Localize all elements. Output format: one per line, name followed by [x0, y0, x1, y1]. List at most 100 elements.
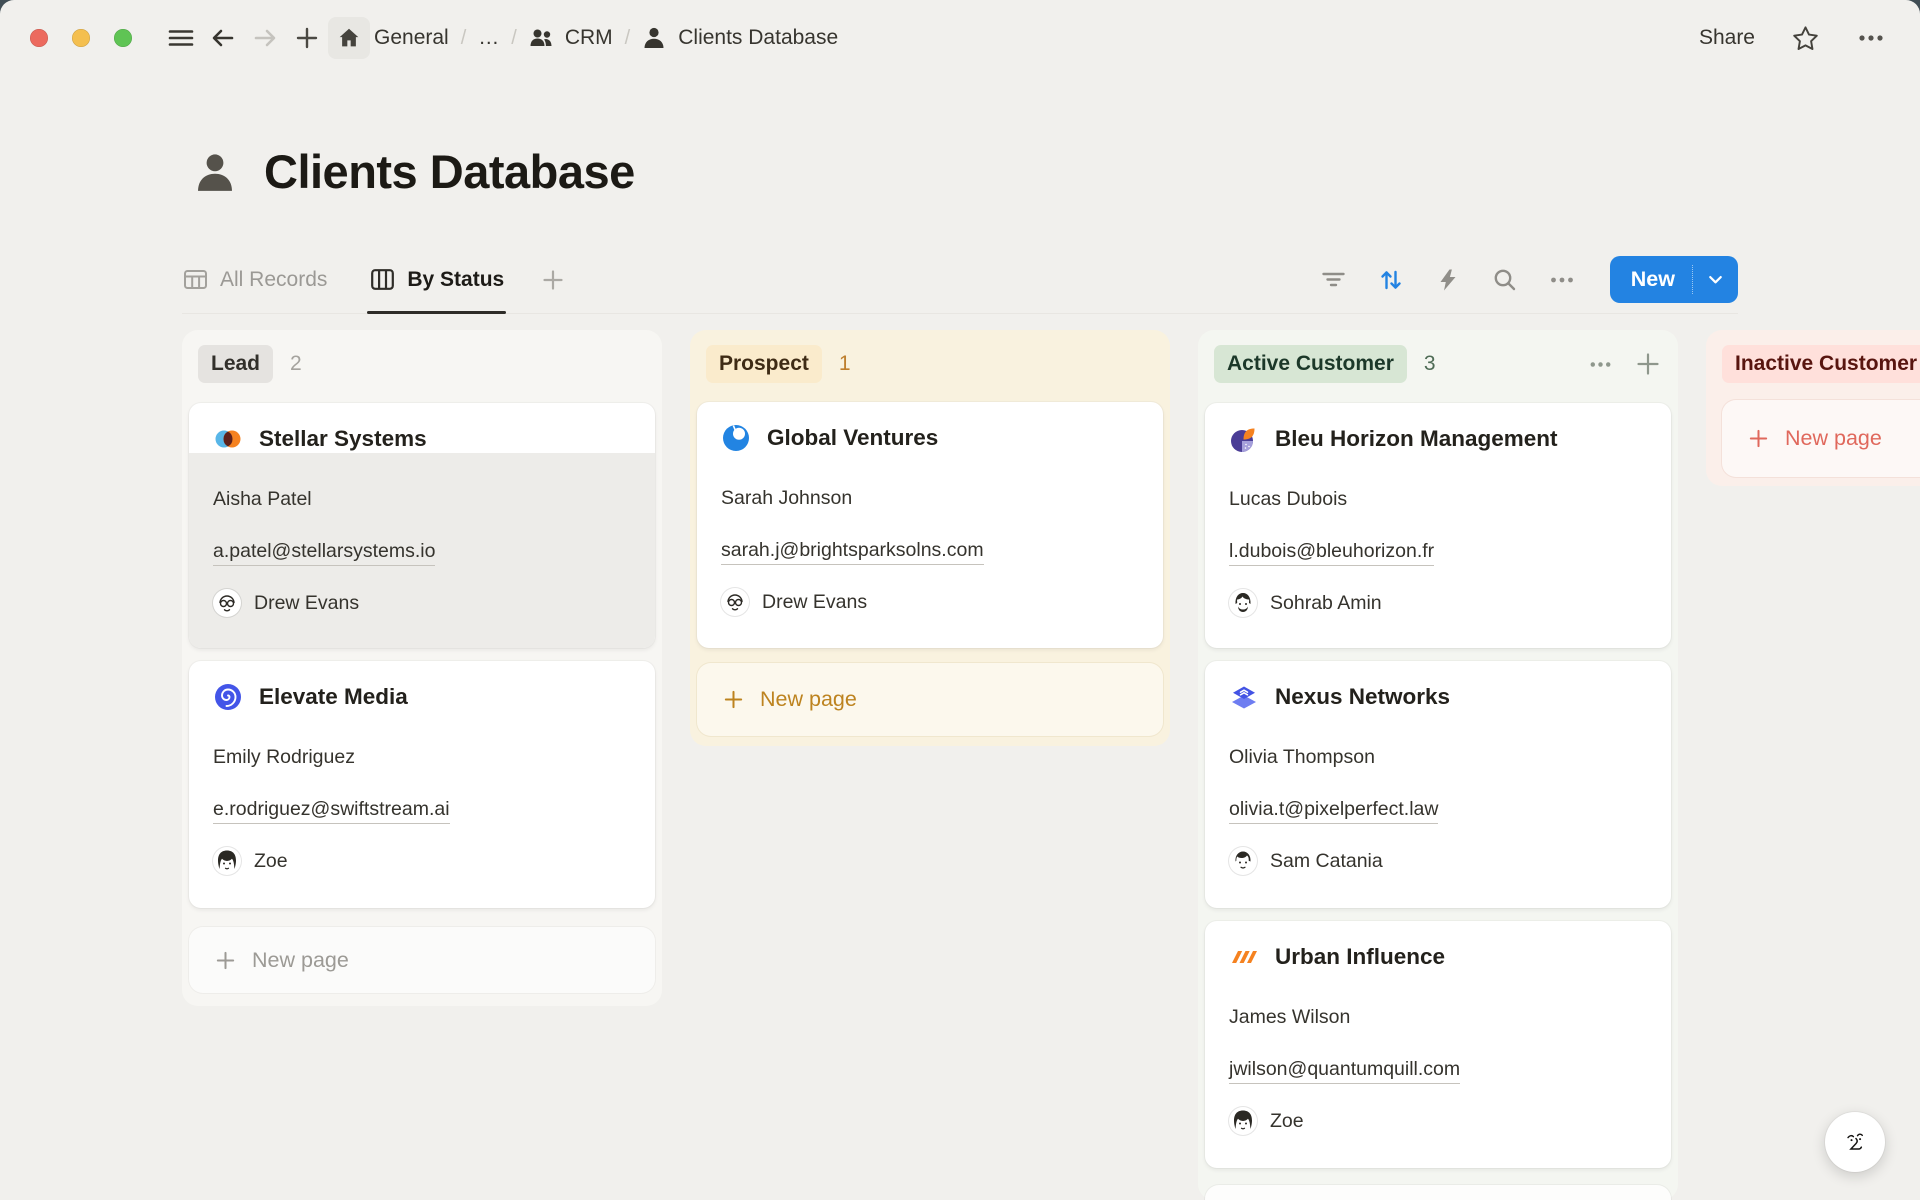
breadcrumb-separator: / [511, 27, 517, 50]
card-owner-name: Sohrab Amin [1270, 592, 1382, 615]
avatar-sohrab-amin [1229, 589, 1257, 617]
tab-by-status[interactable]: By Status [369, 246, 504, 313]
card-contact-name: Lucas Dubois [1229, 488, 1347, 511]
table-view-icon [182, 266, 209, 293]
breadcrumb-crm[interactable]: CRM [565, 26, 613, 50]
card-email-link[interactable]: jwilson@quantumquill.com [1229, 1058, 1460, 1081]
column-add-card-icon[interactable] [1634, 350, 1662, 378]
column-more-options-icon[interactable] [1587, 351, 1614, 378]
board-view-icon [369, 266, 396, 293]
card-email-link[interactable]: e.rodriguez@swiftstream.ai [213, 798, 450, 821]
card-title: Elevate Media [259, 684, 408, 710]
sort-icon[interactable] [1377, 266, 1405, 294]
card-contact-name: James Wilson [1229, 1006, 1350, 1029]
app-window: General / … / CRM / Clients Database Sha… [0, 0, 1920, 1200]
sidebar-toggle-icon[interactable] [160, 17, 202, 59]
breadcrumb-general[interactable]: General [374, 26, 449, 50]
new-page-button-active-customer[interactable] [1205, 1185, 1671, 1200]
card-email-link[interactable]: sarah.j@brightsparksolns.com [721, 539, 984, 562]
stellar-systems-venn-icon [213, 424, 243, 454]
card-email-link[interactable]: a.patel@stellarsystems.io [213, 540, 435, 563]
new-record-button[interactable]: New [1610, 256, 1738, 303]
share-button[interactable]: Share [1699, 26, 1755, 50]
new-page-button-inactive-customer[interactable]: New page [1722, 400, 1920, 477]
filter-icon[interactable] [1320, 266, 1347, 293]
minimize-window-button[interactable] [72, 29, 90, 47]
new-page-button-prospect[interactable]: New page [697, 663, 1163, 736]
card-elevate-media[interactable]: Elevate Media Emily Rodriguez e.rodrigue… [189, 661, 655, 908]
card-stellar-systems[interactable]: Stellar Systems Aisha Patel a.patel@stel… [189, 403, 655, 648]
card-title: Bleu Horizon Management [1275, 426, 1558, 452]
card-contact-name: Emily Rodriguez [213, 746, 355, 769]
back-icon[interactable] [202, 17, 244, 59]
home-icon[interactable] [328, 17, 370, 59]
nexus-networks-layers-icon [1229, 682, 1259, 712]
column-header-lead: Lead 2 [198, 345, 646, 383]
forward-icon[interactable] [244, 17, 286, 59]
avatar-sam-catania [1229, 847, 1257, 875]
page-title[interactable]: Clients Database [264, 146, 635, 198]
view-tabs-row: All Records By Status [182, 246, 1738, 314]
person-icon [640, 24, 668, 52]
avatar-drew-evans [721, 588, 749, 616]
search-icon[interactable] [1491, 266, 1518, 293]
card-owner-name: Sam Catania [1270, 850, 1383, 873]
view-more-options-icon[interactable] [1548, 266, 1576, 294]
card-owner-name: Zoe [1270, 1110, 1304, 1133]
card-title: Nexus Networks [1275, 684, 1450, 710]
automations-lightning-icon[interactable] [1435, 267, 1461, 293]
new-page-label: New page [252, 948, 349, 973]
card-owner-row: Zoe [213, 847, 288, 875]
add-view-icon[interactable] [540, 267, 566, 293]
board-column-prospect: Prospect 1 Global Ventures Sarah Johnson… [690, 330, 1170, 746]
card-title: Urban Influence [1275, 944, 1445, 970]
new-page-label: New page [1785, 426, 1882, 451]
card-owner-row: Drew Evans [721, 588, 867, 616]
board-column-lead: Lead 2 Stellar Systems Aisha Patel a.pat… [182, 330, 662, 1006]
global-ventures-donut-icon [721, 423, 751, 453]
new-button-chevron-down-icon[interactable] [1693, 270, 1738, 289]
card-global-ventures[interactable]: Global Ventures Sarah Johnson sarah.j@br… [697, 402, 1163, 648]
card-contact-name: Sarah Johnson [721, 487, 852, 510]
status-tag-prospect[interactable]: Prospect [706, 345, 822, 383]
new-page-button-lead[interactable]: New page [189, 927, 655, 993]
column-count-active-customer: 3 [1424, 352, 1436, 376]
status-tag-inactive-customer[interactable]: Inactive Customer [1722, 345, 1920, 383]
bleu-horizon-pie-icon [1229, 424, 1259, 454]
column-count-lead: 2 [290, 352, 302, 376]
column-count-prospect: 1 [839, 352, 851, 376]
urban-influence-stripes-icon [1229, 942, 1259, 972]
card-urban-influence[interactable]: Urban Influence James Wilson jwilson@qua… [1205, 921, 1671, 1168]
card-owner-name: Zoe [254, 850, 288, 873]
card-email-link[interactable]: olivia.t@pixelperfect.law [1229, 798, 1438, 821]
status-tag-active-customer[interactable]: Active Customer [1214, 345, 1407, 383]
notion-ai-face-button[interactable] [1825, 1112, 1885, 1172]
avatar-zoe [1229, 1107, 1257, 1135]
card-owner-name: Drew Evans [762, 591, 867, 614]
zoom-window-button[interactable] [114, 29, 132, 47]
favorite-star-icon[interactable] [1791, 24, 1820, 53]
page-title-row: Clients Database [190, 146, 635, 198]
board-column-inactive-customer: Inactive Customer New page [1706, 330, 1920, 486]
breadcrumb-separator: / [461, 27, 467, 50]
card-email-link[interactable]: l.dubois@bleuhorizon.fr [1229, 540, 1434, 563]
card-title: Global Ventures [767, 425, 938, 451]
breadcrumb-ellipsis[interactable]: … [478, 26, 499, 50]
card-owner-name: Drew Evans [254, 592, 359, 615]
status-tag-lead[interactable]: Lead [198, 345, 273, 383]
card-owner-row: Sam Catania [1229, 847, 1383, 875]
card-contact-name: Olivia Thompson [1229, 746, 1375, 769]
card-bleu-horizon-management[interactable]: Bleu Horizon Management Lucas Dubois l.d… [1205, 403, 1671, 648]
card-title: Stellar Systems [259, 426, 427, 452]
card-nexus-networks[interactable]: Nexus Networks Olivia Thompson olivia.t@… [1205, 661, 1671, 908]
avatar-drew-evans [213, 589, 241, 617]
tab-all-records[interactable]: All Records [182, 246, 327, 313]
close-window-button[interactable] [30, 29, 48, 47]
tab-by-status-label: By Status [407, 268, 504, 292]
traffic-lights [30, 29, 132, 47]
new-tab-icon[interactable] [286, 17, 328, 59]
page-title-person-icon [190, 148, 240, 198]
breadcrumb-separator: / [625, 27, 631, 50]
breadcrumb-current-page[interactable]: Clients Database [678, 26, 838, 50]
more-options-icon[interactable] [1856, 23, 1886, 53]
